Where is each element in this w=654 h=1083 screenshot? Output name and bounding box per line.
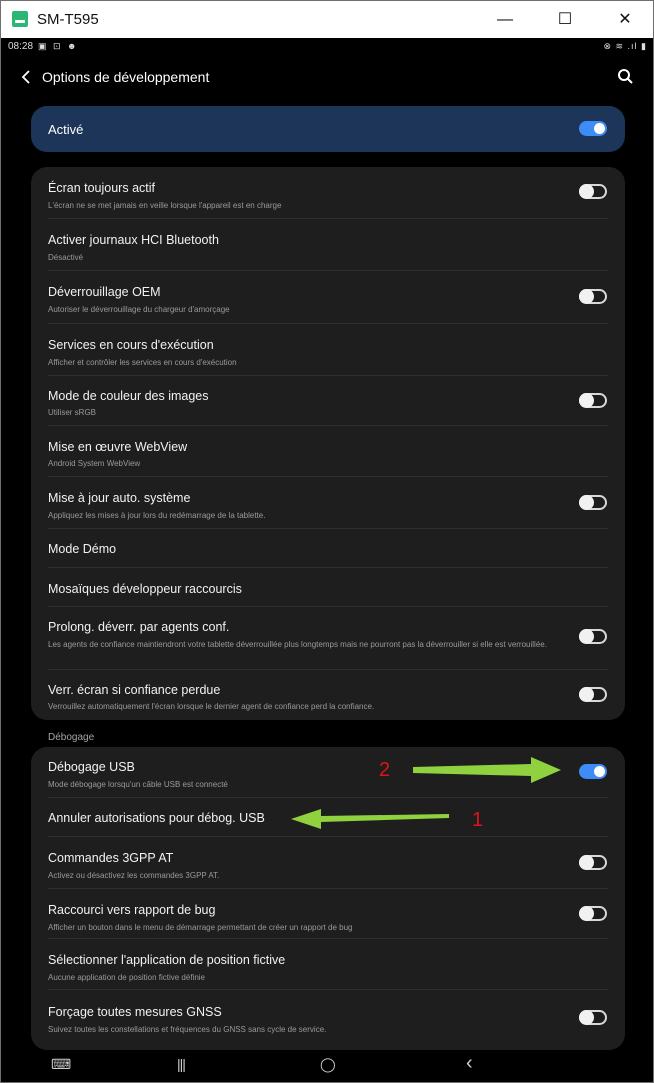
setting-title: Activer journaux HCI Bluetooth xyxy=(48,233,219,247)
setting-toggle[interactable] xyxy=(579,764,607,779)
setting-title: Raccourci vers rapport de bug xyxy=(48,903,216,917)
setting-toggle[interactable] xyxy=(579,289,607,304)
setting-row-debogage-usb[interactable]: Débogage USB Mode débogage lorsqu'un câbl… xyxy=(31,747,625,798)
setting-toggle[interactable] xyxy=(579,393,607,408)
setting-subtitle: Mode débogage lorsqu'un câble USB est co… xyxy=(48,780,228,789)
toggle-knob xyxy=(579,629,594,644)
setting-toggle[interactable] xyxy=(579,1010,607,1025)
setting-title: Forçage toutes mesures GNSS xyxy=(48,1005,222,1019)
toggle-knob xyxy=(579,289,594,304)
toggle-knob xyxy=(579,906,594,921)
recent-apps-icon[interactable]: ||| xyxy=(177,1056,186,1072)
toggle-knob xyxy=(579,184,594,199)
window-title: SM-T595 xyxy=(37,11,99,28)
setting-subtitle: L'écran ne se met jamais en veille lorsq… xyxy=(48,201,282,210)
setting-subtitle: Aucune application de position fictive d… xyxy=(48,973,205,982)
window-titlebar: SM-T595 — ☐ ✕ xyxy=(1,1,653,38)
home-icon[interactable]: ◯ xyxy=(320,1056,336,1073)
search-icon[interactable] xyxy=(615,66,637,88)
setting-subtitle: Utiliser sRGB xyxy=(48,408,97,417)
app-bar: Options de développement xyxy=(1,57,653,101)
setting-row-activer-journaux-hci-bluetooth[interactable]: Activer journaux HCI Bluetooth Désactivé xyxy=(31,219,625,271)
settings-card-debugging: Débogage USB Mode débogage lorsqu'un câbl… xyxy=(31,747,625,1050)
setting-row-mise-a-jour-auto-systeme[interactable]: Mise à jour auto. système Appliquez les m… xyxy=(31,477,625,529)
toggle-knob xyxy=(579,687,594,702)
minimize-button[interactable]: — xyxy=(490,7,520,33)
setting-toggle[interactable] xyxy=(579,495,607,510)
setting-title: Mosaïques développeur raccourcis xyxy=(48,582,242,596)
system-status-icons: ⊗ ≋ .ıl ▮ xyxy=(603,41,647,51)
setting-row-selectionner-l-application-de-position-f[interactable]: Sélectionner l'application de position f… xyxy=(31,939,625,990)
setting-subtitle: Les agents de confiance maintiendront vo… xyxy=(48,640,547,649)
setting-row-annuler-autorisations-pour-debog-usb[interactable]: Annuler autorisations pour débog. USB xyxy=(31,798,625,837)
setting-title: Prolong. déverr. par agents conf. xyxy=(48,620,230,634)
setting-title: Annuler autorisations pour débog. USB xyxy=(48,811,265,825)
setting-toggle[interactable] xyxy=(579,687,607,702)
setting-title: Services en cours d'exécution xyxy=(48,338,214,352)
setting-row-verr-ecran-si-confiance-perdue[interactable]: Verr. écran si confiance perdue Verrouill… xyxy=(31,670,625,720)
setting-row-forcage-toutes-mesures-gnss[interactable]: Forçage toutes mesures GNSS Suivez toutes… xyxy=(31,990,625,1045)
setting-title: Sélectionner l'application de position f… xyxy=(48,953,286,967)
close-button[interactable]: ✕ xyxy=(610,7,640,33)
toggle-knob xyxy=(579,495,594,510)
setting-subtitle: Afficher et contrôler les services en co… xyxy=(48,358,237,367)
toggle-knob xyxy=(579,1010,594,1025)
status-bar: 08:28 ▣ ⊡ ☻ ⊗ ≋ .ıl ▮ xyxy=(1,38,653,57)
keyboard-icon[interactable]: ⌨ xyxy=(51,1056,71,1073)
setting-subtitle: Désactivé xyxy=(48,253,84,262)
emulator-window: SM-T595 — ☐ ✕ 08:28 ▣ ⊡ ☻ ⊗ ≋ .ıl ▮ Opti… xyxy=(0,0,654,1083)
setting-title: Mise en œuvre WebView xyxy=(48,440,188,454)
master-toggle[interactable] xyxy=(579,121,607,136)
setting-row-services-en-cours-d-execution[interactable]: Services en cours d'exécution Afficher et… xyxy=(31,324,625,376)
status-time: 08:28 xyxy=(8,41,34,52)
setting-title: Verr. écran si confiance perdue xyxy=(48,683,221,697)
setting-subtitle: Activez ou désactivez les commandes 3GPP… xyxy=(48,871,220,880)
setting-row-raccourci-vers-rapport-de-bug[interactable]: Raccourci vers rapport de bug Afficher un… xyxy=(31,889,625,939)
setting-title: Écran toujours actif xyxy=(48,181,155,195)
setting-row-prolong-deverr-par-agents-conf[interactable]: Prolong. déverr. par agents conf. Les age… xyxy=(31,607,625,670)
setting-title: Mise à jour auto. système xyxy=(48,491,191,505)
setting-title: Déverrouillage OEM xyxy=(48,285,161,299)
toggle-knob xyxy=(579,855,594,870)
toggle-knob xyxy=(594,766,605,777)
setting-title: Commandes 3GPP AT xyxy=(48,851,174,865)
android-app-icon xyxy=(12,11,28,27)
setting-subtitle: Suivez toutes les constellations et fréq… xyxy=(48,1025,327,1034)
setting-subtitle: Afficher un bouton dans le menu de démar… xyxy=(48,923,353,932)
maximize-button[interactable]: ☐ xyxy=(550,7,580,33)
setting-subtitle: Appliquez les mises à jour lors du redém… xyxy=(48,511,266,520)
section-header-debugging: Débogage xyxy=(48,732,95,743)
nav-back-icon[interactable]: ‹ xyxy=(466,1052,473,1075)
notification-icons: ▣ ⊡ ☻ xyxy=(38,41,79,51)
setting-toggle[interactable] xyxy=(579,184,607,199)
setting-row-ecran-toujours-actif[interactable]: Écran toujours actif L'écran ne se met ja… xyxy=(31,167,625,219)
setting-subtitle: Verrouillez automatiquement l'écran lors… xyxy=(48,702,375,711)
setting-title: Débogage USB xyxy=(48,760,135,774)
toggle-knob xyxy=(579,393,594,408)
setting-row-mosaiques-developpeur-raccourcis[interactable]: Mosaïques développeur raccourcis xyxy=(31,568,625,607)
developer-options-master-switch[interactable]: Activé xyxy=(31,106,625,152)
setting-row-mise-en-uvre-webview[interactable]: Mise en œuvre WebView Android System WebV… xyxy=(31,426,625,477)
annotation-number-2: 2 xyxy=(379,759,391,781)
annotation-number-1: 1 xyxy=(472,809,484,831)
setting-toggle[interactable] xyxy=(579,855,607,870)
setting-title: Mode de couleur des images xyxy=(48,389,209,403)
setting-row-deverrouillage-oem[interactable]: Déverrouillage OEM Autoriser le déverroui… xyxy=(31,271,625,324)
setting-row-mode-demo[interactable]: Mode Démo xyxy=(31,529,625,568)
setting-subtitle: Android System WebView xyxy=(48,459,141,468)
setting-row-commandes-3gpp-at[interactable]: Commandes 3GPP AT Activez ou désactivez l… xyxy=(31,837,625,889)
setting-row-mode-de-couleur-des-images[interactable]: Mode de couleur des images Utiliser sRGB xyxy=(31,376,625,426)
back-arrow-icon[interactable] xyxy=(17,66,37,88)
toggle-knob xyxy=(594,123,605,134)
page-title: Options de développement xyxy=(42,69,210,85)
setting-toggle[interactable] xyxy=(579,906,607,921)
setting-toggle[interactable] xyxy=(579,629,607,644)
master-switch-label: Activé xyxy=(48,122,84,137)
settings-card-general: Écran toujours actif L'écran ne se met ja… xyxy=(31,167,625,720)
setting-title: Mode Démo xyxy=(48,542,117,556)
setting-subtitle: Autoriser le déverrouillage du chargeur … xyxy=(48,305,230,314)
navigation-bar: ⌨ ||| ◯ ‹ xyxy=(1,1050,653,1082)
